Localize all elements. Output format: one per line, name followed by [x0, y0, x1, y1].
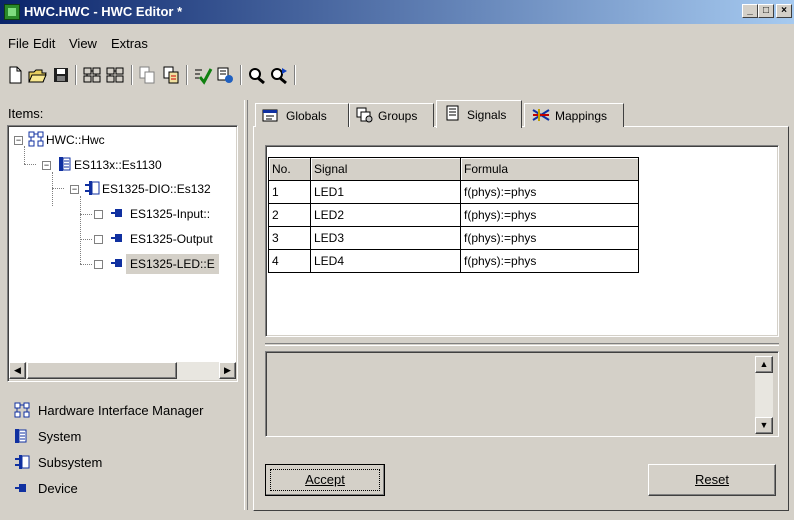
table-cell-no: 4 — [268, 249, 311, 273]
table-row[interactable]: 2 LED2 f(phys):=phys — [268, 203, 639, 227]
title-bar[interactable]: HWC.HWC - HWC Editor * _ □ × — [0, 0, 794, 24]
open-folder-icon[interactable] — [26, 64, 48, 86]
accept-button[interactable]: Accept — [265, 464, 385, 496]
tab-label: Globals — [286, 109, 327, 123]
tree-item-label: HWC::Hwc — [46, 133, 105, 147]
tree-item-label: ES1325-DIO::Es132 — [102, 182, 211, 196]
scroll-down-icon[interactable]: ▼ — [755, 417, 773, 434]
collapse-icon[interactable]: − — [70, 185, 79, 194]
tab-label: Groups — [378, 109, 418, 123]
tree-item-label: ES1325-Input:: — [130, 207, 211, 221]
close-button[interactable]: × — [776, 4, 792, 18]
table-cell-no: 3 — [268, 226, 311, 250]
validate-icon[interactable] — [214, 64, 236, 86]
panel-divider[interactable] — [265, 343, 779, 346]
details-vertical-scrollbar[interactable]: ▲ ▼ — [755, 356, 773, 434]
tree-item-label: ES1325-LED::E — [126, 254, 219, 274]
tree-item-label: ES1325-Output — [130, 232, 213, 246]
items-label: Items: — [8, 106, 44, 121]
subsystem-icon — [84, 180, 100, 199]
check-icon[interactable] — [192, 64, 214, 86]
column-header-no[interactable]: No. — [268, 157, 311, 181]
tree-icon[interactable] — [104, 64, 126, 86]
legend-label: Hardware Interface Manager — [38, 403, 204, 418]
globals-icon — [262, 107, 280, 126]
hardware-manager-icon — [28, 131, 44, 150]
tab-label: Mappings — [555, 109, 608, 123]
app-icon — [4, 4, 20, 20]
table-cell-no: 2 — [268, 203, 311, 227]
legend-label: System — [38, 429, 82, 444]
reset-button[interactable]: Reset — [648, 464, 776, 496]
tree-horizontal-scrollbar[interactable]: ◀ ▶ — [9, 362, 236, 380]
system-icon — [14, 428, 28, 447]
new-file-icon[interactable] — [4, 64, 26, 86]
table-cell-signal[interactable]: LED3 — [310, 226, 461, 250]
collapse-icon[interactable]: − — [42, 161, 51, 170]
menu-file[interactable]: File — [8, 36, 29, 51]
items-tree[interactable]: − HWC::Hwc − ES113x::Es1130 − ES1325-DIO… — [7, 125, 238, 382]
tab-groups[interactable]: Groups — [349, 103, 434, 127]
column-header-formula[interactable]: Formula — [460, 157, 639, 181]
subsystem-icon — [14, 454, 30, 473]
toolbar — [0, 62, 794, 90]
legend-label: Device — [38, 481, 78, 496]
device-icon — [110, 257, 124, 272]
reset-label: Reset — [695, 472, 729, 487]
table-row[interactable]: 4 LED4 f(phys):=phys — [268, 249, 639, 273]
table-cell-formula[interactable]: f(phys):=phys — [460, 180, 639, 204]
pane-splitter[interactable] — [244, 100, 248, 510]
column-header-signal[interactable]: Signal — [310, 157, 461, 181]
table-row[interactable]: 3 LED3 f(phys):=phys — [268, 226, 639, 250]
tab-signals[interactable]: Signals — [436, 100, 522, 128]
hardware-manager-icon — [14, 402, 30, 421]
table-cell-formula[interactable]: f(phys):=phys — [460, 226, 639, 250]
table-cell-signal[interactable]: LED1 — [310, 180, 461, 204]
device-icon — [14, 482, 28, 497]
tab-label: Signals — [467, 108, 507, 122]
scroll-thumb[interactable] — [27, 362, 177, 379]
scroll-right-icon[interactable]: ▶ — [219, 362, 236, 379]
tab-mappings[interactable]: Mappings — [524, 103, 624, 127]
scroll-left-icon[interactable]: ◀ — [9, 362, 26, 379]
scroll-up-icon[interactable]: ▲ — [755, 356, 773, 373]
paste-icon[interactable] — [160, 64, 182, 86]
menu-view[interactable]: View — [69, 36, 97, 51]
maximize-button[interactable]: □ — [758, 4, 774, 18]
table-row[interactable]: 1 LED1 f(phys):=phys — [268, 180, 639, 204]
signals-table: No. Signal Formula 1 LED1 f(phys):=phys … — [268, 157, 639, 273]
menu-edit[interactable]: Edit — [33, 36, 55, 51]
table-cell-formula[interactable]: f(phys):=phys — [460, 203, 639, 227]
tree-item-label: ES113x::Es1130 — [74, 158, 162, 172]
details-area[interactable] — [265, 351, 779, 437]
legend-label: Subsystem — [38, 455, 103, 470]
menu-extras[interactable]: Extras — [111, 36, 148, 51]
accept-label: Accept — [305, 472, 345, 487]
device-icon — [110, 207, 124, 222]
system-icon — [58, 156, 72, 175]
tab-globals[interactable]: Globals — [255, 103, 349, 127]
device-icon — [110, 232, 124, 247]
signals-icon — [445, 105, 461, 124]
collapse-icon[interactable]: − — [14, 136, 23, 145]
search-icon[interactable] — [246, 64, 268, 86]
search-next-icon[interactable] — [268, 64, 290, 86]
copy-icon[interactable] — [136, 64, 158, 86]
table-cell-signal[interactable]: LED2 — [310, 203, 461, 227]
table-header-row: No. Signal Formula — [268, 157, 639, 181]
groups-icon — [356, 107, 374, 126]
window-title: HWC.HWC - HWC Editor * — [24, 4, 183, 19]
table-cell-signal[interactable]: LED4 — [310, 249, 461, 273]
table-cell-formula[interactable]: f(phys):=phys — [460, 249, 639, 273]
add-tree-icon[interactable] — [81, 64, 103, 86]
minimize-button[interactable]: _ — [742, 4, 758, 18]
table-cell-no: 1 — [268, 180, 311, 204]
save-icon[interactable] — [50, 64, 72, 86]
mappings-icon — [531, 107, 551, 126]
